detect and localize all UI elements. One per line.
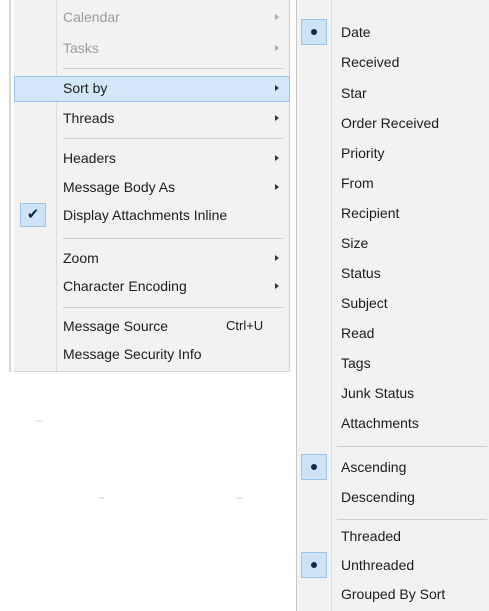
sort-option-label: Date [341, 24, 371, 40]
sort-option-attachments[interactable]: Attachments [297, 408, 489, 438]
menu-item-headers[interactable]: Headers [14, 146, 290, 172]
menu-item-label: Sort by [63, 80, 108, 96]
menu-item-message-security-info[interactable]: Message Security Info [14, 342, 290, 368]
submenu-arrow-icon [275, 14, 279, 20]
menu-item-message-body-as[interactable]: Message Body As [14, 175, 290, 201]
background-artifact [98, 497, 104, 499]
menu-item-label: Calendar [63, 9, 120, 25]
radio-selected-icon [301, 552, 327, 578]
submenu-arrow-icon [275, 184, 279, 190]
sort-option-label: Read [341, 325, 375, 341]
radio-dot [311, 562, 317, 568]
sort-option-tags[interactable]: Tags [297, 348, 489, 378]
radio-selected-icon [301, 454, 327, 480]
threading-label: Threaded [341, 528, 401, 544]
submenu-arrow-icon [275, 115, 279, 121]
menu-separator [63, 138, 283, 139]
sort-by-submenu: Date Received Star Order Received Priori… [296, 0, 489, 611]
menu-item-label: Zoom [63, 250, 99, 266]
menu-separator [337, 446, 487, 447]
sort-option-label: Star [341, 85, 367, 101]
sort-order-label: Ascending [341, 459, 407, 475]
sort-option-junk-status[interactable]: Junk Status [297, 378, 489, 408]
menu-item-tasks[interactable]: Tasks [14, 36, 290, 62]
screenshot-stage: Calendar Tasks Sort by Threads Headers M… [0, 0, 489, 611]
context-menu: Calendar Tasks Sort by Threads Headers M… [14, 0, 290, 372]
menu-item-shortcut: Ctrl+U [226, 318, 264, 333]
submenu-arrow-icon [275, 283, 279, 289]
sort-option-order-received[interactable]: Order Received [297, 108, 489, 138]
menu-item-character-encoding[interactable]: Character Encoding [14, 274, 290, 300]
sort-order-label: Descending [341, 489, 415, 505]
sort-option-label: Attachments [341, 415, 419, 431]
menu-separator [63, 238, 283, 239]
threading-grouped-by-sort[interactable]: Grouped By Sort [297, 579, 489, 609]
threading-label: Unthreaded [341, 557, 415, 573]
menu-item-label: Message Body As [63, 179, 176, 195]
menu-item-label: Threads [63, 110, 115, 126]
menu-item-display-attachments-inline[interactable]: ✔ Display Attachments Inline [14, 202, 290, 228]
menu-item-sort-by[interactable]: Sort by [14, 76, 290, 102]
menu-item-label: Message Source [63, 318, 169, 334]
sort-option-label: Priority [341, 145, 385, 161]
checkmark-icon: ✔ [20, 203, 46, 227]
sort-option-star[interactable]: Star [297, 78, 489, 108]
sort-option-subject[interactable]: Subject [297, 288, 489, 318]
radio-dot [311, 29, 317, 35]
submenu-arrow-icon [275, 45, 279, 51]
sort-option-date[interactable]: Date [297, 17, 489, 47]
menu-separator [337, 519, 487, 520]
submenu-arrow-icon [275, 155, 279, 161]
window-edge [0, 0, 14, 372]
menu-item-label: Headers [63, 150, 116, 166]
threading-threaded[interactable]: Threaded [297, 521, 489, 551]
sort-option-priority[interactable]: Priority [297, 138, 489, 168]
sort-option-label: Status [341, 265, 381, 281]
radio-selected-icon [301, 19, 327, 45]
sort-option-label: Tags [341, 355, 371, 371]
sort-option-received[interactable]: Received [297, 47, 489, 77]
menu-item-threads[interactable]: Threads [14, 106, 290, 132]
sort-option-recipient[interactable]: Recipient [297, 198, 489, 228]
menu-item-calendar[interactable]: Calendar [14, 5, 290, 31]
sort-option-size[interactable]: Size [297, 228, 489, 258]
background-artifact [36, 420, 42, 422]
menu-item-label: Message Security Info [63, 346, 202, 362]
sort-option-label: Junk Status [341, 385, 415, 401]
sort-option-label: Size [341, 235, 369, 251]
sort-option-label: Subject [341, 295, 388, 311]
submenu-arrow-icon [275, 255, 279, 261]
sort-option-label: Received [341, 54, 400, 70]
window-edge-line [9, 0, 11, 372]
sort-order-descending[interactable]: Descending [297, 482, 489, 512]
sort-option-read[interactable]: Read [297, 318, 489, 348]
menu-separator [63, 68, 283, 69]
background-artifact [236, 497, 242, 499]
submenu-arrow-icon [275, 85, 279, 91]
threading-unthreaded[interactable]: Unthreaded [297, 550, 489, 580]
sort-option-label: From [341, 175, 374, 191]
sort-option-status[interactable]: Status [297, 258, 489, 288]
menu-item-label: Display Attachments Inline [63, 207, 228, 223]
sort-order-ascending[interactable]: Ascending [297, 452, 489, 482]
sort-option-label: Order Received [341, 115, 440, 131]
menu-item-message-source[interactable]: Message Source Ctrl+U [14, 314, 290, 340]
menu-item-zoom[interactable]: Zoom [14, 246, 290, 272]
radio-dot [311, 464, 317, 470]
sort-option-label: Recipient [341, 205, 400, 221]
menu-item-label: Tasks [63, 40, 99, 56]
sort-option-from[interactable]: From [297, 168, 489, 198]
menu-separator [63, 307, 283, 308]
threading-label: Grouped By Sort [341, 586, 446, 602]
menu-item-label: Character Encoding [63, 278, 187, 294]
